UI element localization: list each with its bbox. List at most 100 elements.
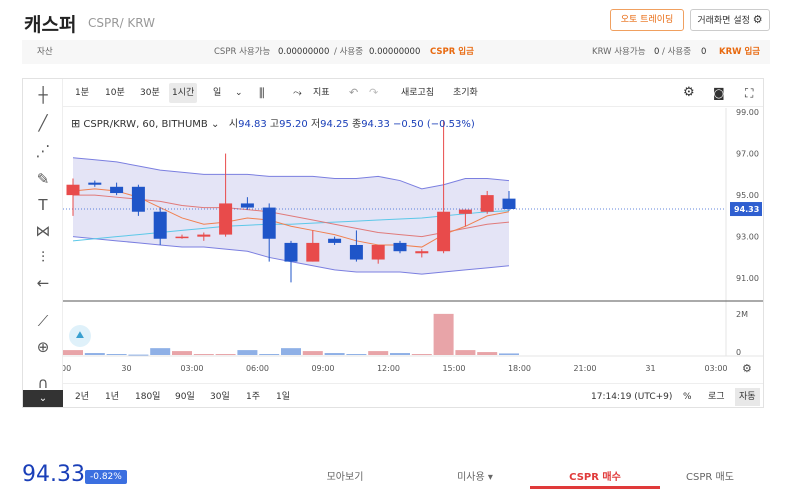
volume-bar <box>499 353 519 355</box>
cspr-available-value: 0.00000000 <box>278 47 330 57</box>
interval-1m[interactable]: 1분 <box>75 79 89 107</box>
current-price-tag-label: 94.33 <box>734 205 759 214</box>
interval-30m[interactable]: 30분 <box>140 79 160 107</box>
candle-body <box>306 242 320 262</box>
legend-close: 94.33 <box>361 119 390 130</box>
chevron-down-icon[interactable]: ⌄ <box>23 390 63 407</box>
trade-layout-settings-button[interactable]: 거래화면 설정 ⚙ <box>690 9 770 31</box>
volume-bar <box>150 348 171 355</box>
candle-body <box>240 203 254 208</box>
cspr-inuse-value: 0.00000000 <box>369 47 421 57</box>
change-badge: -0.82% <box>85 470 127 484</box>
coin-name: 캐스퍼 <box>24 14 77 36</box>
gear-icon: ⚙ <box>752 13 763 26</box>
candle-body <box>131 186 145 212</box>
tab-unused-dropdown[interactable]: 미사용 ▾ <box>430 468 520 483</box>
volume-bar <box>128 354 149 356</box>
collapse-toggle-icon[interactable]: ⊞ <box>71 117 80 130</box>
drawing-toolbar: ┼ ╱ ⋰ ✎ T ⋈ ⫶ ← ⟋ ⊕ ∩ <box>23 79 63 407</box>
volume-bar <box>477 352 498 355</box>
legend-dropdown-icon[interactable]: ⌄ <box>211 119 219 130</box>
candle-body <box>458 209 472 214</box>
legend-symbol[interactable]: CSPR/KRW, 60, BITHUMB <box>83 119 207 130</box>
undo-icon[interactable]: ↶ <box>349 79 358 107</box>
price-chart[interactable]: 99.0097.0095.0093.0091.0094.332M0003003:… <box>63 108 764 383</box>
time-tick-label: 12:00 <box>377 364 400 373</box>
time-tick-label: 03:00 <box>704 364 727 373</box>
indicator-label[interactable]: 지표 <box>313 79 330 107</box>
chart-legend: ⊞ CSPR/KRW, 60, BITHUMB ⌄ 시94.83 고95.20 … <box>71 115 475 130</box>
volume-tick-label: 0 <box>736 348 741 357</box>
candle-body <box>393 242 407 252</box>
legend-change: −0.50 (−0.53%) <box>393 119 475 130</box>
candle-body <box>502 198 516 210</box>
tab-overview[interactable]: 모아보기 <box>300 468 390 483</box>
time-tick-label: 00 <box>63 364 71 373</box>
range-1w[interactable]: 1주 <box>246 384 260 407</box>
range-30d[interactable]: 30일 <box>210 384 230 407</box>
settings-icon[interactable]: ⚙ <box>683 79 695 107</box>
volume-bar <box>106 354 127 356</box>
range-2y[interactable]: 2년 <box>75 384 89 407</box>
legend-low: 94.25 <box>320 119 349 130</box>
candle-body <box>219 203 233 235</box>
tab-buy[interactable]: CSPR 매수 <box>530 468 660 483</box>
volume-bar <box>193 354 214 356</box>
krw-available-value: 0 <box>654 47 660 57</box>
range-180d[interactable]: 180일 <box>135 384 160 407</box>
legend-low-label: 저 <box>310 119 321 130</box>
pattern-icon[interactable]: ⋈ <box>31 219 55 243</box>
fullscreen-icon[interactable]: ⛶ <box>745 79 753 107</box>
interval-day[interactable]: 일 <box>213 79 221 107</box>
current-price: 94.33 <box>22 462 85 487</box>
legend-high-label: 고 <box>269 119 280 130</box>
prediction-icon[interactable]: ⫶ <box>31 245 55 269</box>
tab-sell[interactable]: CSPR 매도 <box>660 468 760 483</box>
log-scale-button[interactable]: 로그 <box>708 384 725 407</box>
volume-bar <box>237 350 258 355</box>
candle-body <box>415 251 429 254</box>
redo-icon[interactable]: ↷ <box>369 79 378 107</box>
ruler-icon[interactable]: ⟋ <box>31 309 55 333</box>
camera-icon[interactable]: ◙ <box>713 79 725 107</box>
interval-10m[interactable]: 10분 <box>105 79 125 107</box>
interval-dropdown-icon[interactable]: ⌄ <box>235 79 243 107</box>
krw-deposit-link[interactable]: KRW 입금 <box>719 40 760 64</box>
range-1d[interactable]: 1일 <box>276 384 290 407</box>
candle-type-icon[interactable]: ⫼ <box>259 79 265 107</box>
auto-scale-button[interactable]: 자동 <box>735 388 760 406</box>
pitchfork-icon[interactable]: ⋰ <box>31 139 55 163</box>
chart-top-toolbar: 1분 10분 30분 1시간 일 ⌄ ⫼ ⤳ 지표 ↶ ↷ 새로고침 초기화 ⚙… <box>63 79 763 107</box>
back-arrow-icon[interactable]: ← <box>31 271 55 295</box>
axis-settings-icon: ⚙ <box>742 362 752 375</box>
trend-line-icon[interactable]: ╱ <box>31 111 55 135</box>
brush-icon[interactable]: ✎ <box>31 167 55 191</box>
legend-open-label: 시 <box>228 119 239 130</box>
volume-bar <box>172 351 192 355</box>
candle-body <box>371 244 385 260</box>
cspr-deposit-link[interactable]: CSPR 입금 <box>430 40 474 64</box>
volume-bar <box>411 354 432 356</box>
crosshair-icon[interactable]: ┼ <box>31 83 55 107</box>
candle-body <box>480 195 494 212</box>
text-tool-icon[interactable]: T <box>31 193 55 217</box>
time-tick-label: 06:00 <box>246 364 269 373</box>
volume-bar <box>259 354 280 356</box>
volume-bar <box>324 353 345 355</box>
volume-bar <box>302 351 323 355</box>
reset-button[interactable]: 초기화 <box>453 79 478 107</box>
indicator-icon[interactable]: ⤳ <box>293 79 302 107</box>
refresh-button[interactable]: 새로고침 <box>401 79 434 107</box>
range-90d[interactable]: 90일 <box>175 384 195 407</box>
percent-scale-button[interactable]: % <box>683 384 692 407</box>
interval-1h[interactable]: 1시간 <box>169 83 198 103</box>
price-tick-label: 93.00 <box>736 233 759 242</box>
volume-bar <box>215 354 236 356</box>
candle-body <box>262 207 276 239</box>
range-1y[interactable]: 1년 <box>105 384 119 407</box>
time-tick-label: 18:00 <box>508 364 531 373</box>
candle-body <box>66 184 80 196</box>
zoom-in-icon[interactable]: ⊕ <box>31 335 55 359</box>
auto-trading-button[interactable]: 오토 트레이딩 <box>610 9 684 31</box>
legend-close-label: 종 <box>351 119 362 130</box>
